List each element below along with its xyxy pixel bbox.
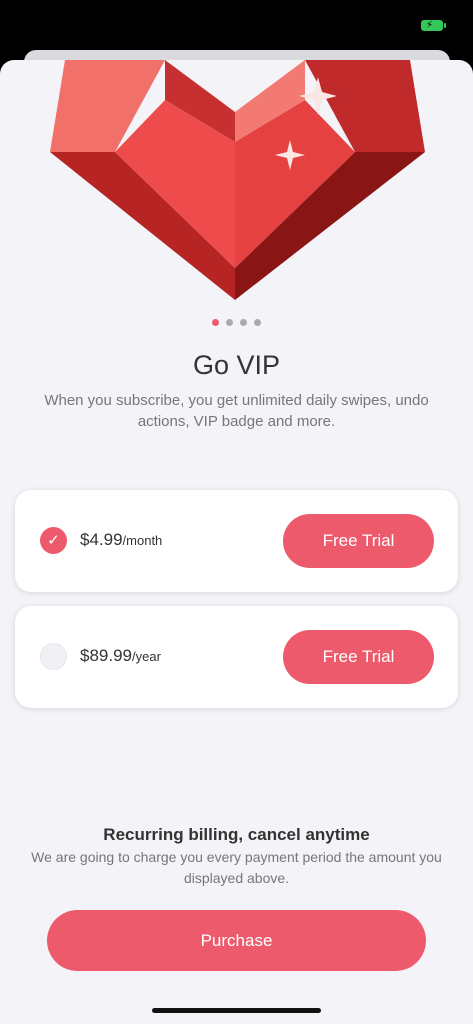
plan-card-monthly[interactable]: ✓ $4.99/month Free Trial <box>15 490 458 592</box>
free-trial-button[interactable]: Free Trial <box>283 514 434 568</box>
status-bar: ⚡ <box>0 0 473 52</box>
plan-radio-selected[interactable]: ✓ <box>40 527 67 554</box>
price-amount: $89.99 <box>80 646 132 665</box>
carousel-dot[interactable] <box>254 319 261 326</box>
billing-title: Recurring billing, cancel anytime <box>103 825 370 844</box>
plan-card-yearly[interactable]: $89.99/year Free Trial <box>15 606 458 708</box>
page-subtitle: When you subscribe, you get unlimited da… <box>44 392 429 430</box>
ruby-heart-illustration <box>50 60 425 300</box>
price-amount: $4.99 <box>80 530 123 549</box>
carousel-dot[interactable] <box>226 319 233 326</box>
price-period: /month <box>122 533 163 548</box>
home-indicator[interactable] <box>152 1008 321 1013</box>
plan-radio-unselected[interactable] <box>40 643 67 670</box>
carousel-dot[interactable] <box>240 319 247 326</box>
price-period: /year <box>132 649 161 664</box>
free-trial-button[interactable]: Free Trial <box>283 630 434 684</box>
plan-price: $4.99/month <box>80 530 162 550</box>
checkmark-icon: ✓ <box>47 532 60 549</box>
plan-price: $89.99/year <box>80 646 161 666</box>
billing-text: We are going to charge you every payment… <box>31 849 442 886</box>
carousel-dots[interactable] <box>0 319 473 327</box>
page-title: Go VIP <box>192 350 281 380</box>
battery-icon: ⚡ <box>421 20 446 31</box>
purchase-button[interactable]: Purchase <box>47 910 426 971</box>
carousel-dot[interactable] <box>212 319 219 326</box>
vip-sheet: Go VIP When you subscribe, you get unlim… <box>0 60 473 1024</box>
